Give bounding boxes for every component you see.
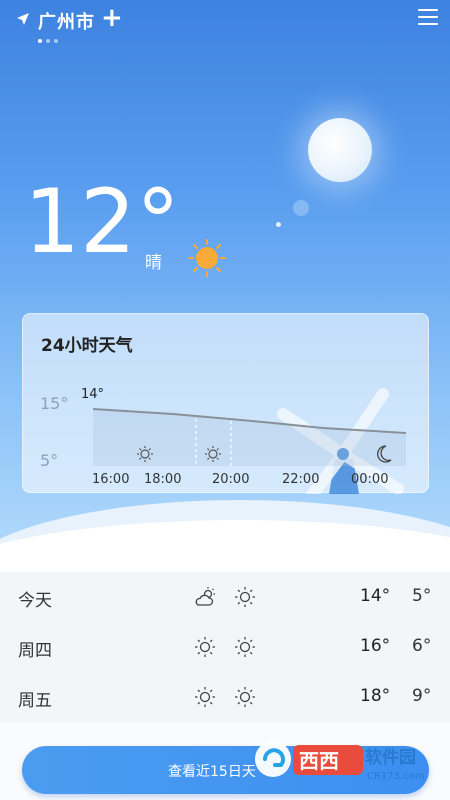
- daily-forecast-list: 今天 14° 5° 周四 16° 6° 周五 18° 9°: [0, 572, 450, 722]
- page-dot: [54, 39, 58, 43]
- day-label: 周五: [18, 691, 52, 711]
- page-indicator: [38, 39, 58, 43]
- view-15-day-label: 查看近15日天: [168, 764, 256, 780]
- low-temperature: 6°: [412, 636, 432, 656]
- high-temperature: 16°: [360, 636, 391, 656]
- high-temperature: 18°: [360, 686, 391, 706]
- star-decoration: [293, 200, 309, 216]
- hourly-chart: 15° 5° 14° 16:00 18:00 20:00 22:00 00:00: [40, 387, 407, 494]
- peak-temperature-label: 14°: [81, 387, 104, 402]
- high-temperature: 14°: [360, 586, 391, 606]
- site-watermark-logo: 西西 软件园 CR173.com: [255, 741, 425, 782]
- partly-cloudy-icon: [195, 587, 215, 606]
- daily-row-today[interactable]: 今天 14° 5°: [0, 572, 450, 622]
- sun-icon: [195, 687, 215, 707]
- current-condition: 晴: [145, 253, 162, 273]
- hour-label: 00:00: [351, 472, 388, 487]
- y-axis-label: 15°: [40, 394, 68, 413]
- sun-icon: [235, 587, 255, 607]
- moon-decoration: [308, 118, 372, 182]
- temperature-area: [93, 409, 406, 466]
- add-city-button[interactable]: +: [101, 5, 123, 31]
- svg-text:CR173.com: CR173.com: [367, 771, 425, 782]
- page-dot: [46, 39, 50, 43]
- sun-icon: [188, 239, 226, 277]
- day-label: 今天: [18, 591, 52, 611]
- page-dot: [38, 39, 42, 43]
- hour-label: 20:00: [212, 472, 249, 487]
- sun-icon: [235, 687, 255, 707]
- menu-icon[interactable]: [418, 9, 438, 25]
- sun-icon: [235, 637, 255, 657]
- star-decoration: [276, 222, 281, 227]
- hour-label: 22:00: [282, 472, 319, 487]
- svg-text:软件园: 软件园: [365, 747, 416, 768]
- city-name[interactable]: 广州市: [38, 8, 95, 34]
- y-axis-label: 5°: [40, 451, 58, 470]
- hour-label: 18:00: [144, 472, 181, 487]
- daily-row-thursday[interactable]: 周四 16° 6°: [0, 622, 450, 672]
- top-bar: 广州市 +: [0, 0, 450, 50]
- low-temperature: 5°: [412, 586, 432, 606]
- low-temperature: 9°: [412, 686, 432, 706]
- location-arrow-icon[interactable]: [16, 12, 30, 26]
- day-label: 周四: [18, 641, 52, 661]
- sun-icon: [195, 637, 215, 657]
- hourly-forecast-card: 24小时天气 15° 5° 14° 16:00 18:00 20:00 22:0…: [22, 313, 429, 494]
- hour-label: 16:00: [92, 472, 129, 487]
- daily-row-friday[interactable]: 周五 18° 9°: [0, 672, 450, 722]
- svg-text:西西: 西西: [299, 749, 339, 773]
